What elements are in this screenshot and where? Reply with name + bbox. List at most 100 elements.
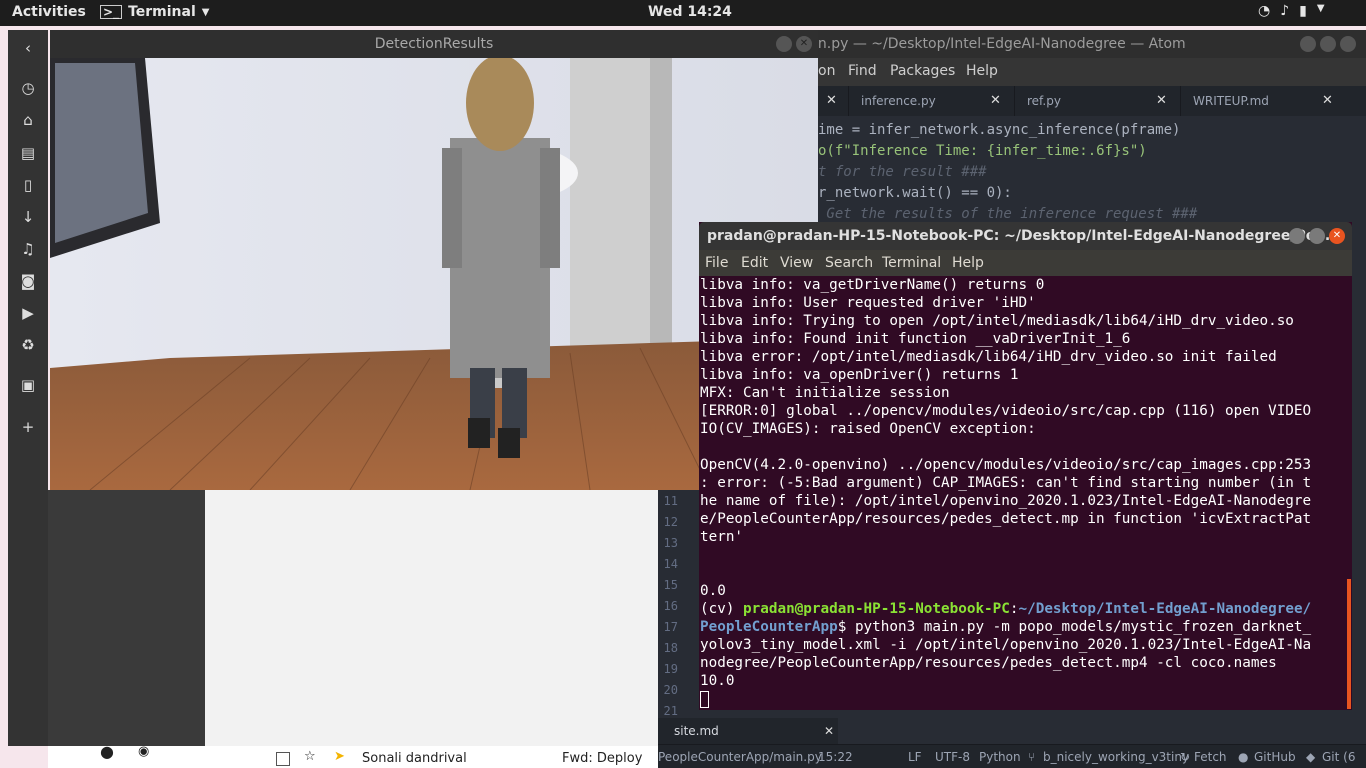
terminal-line: MFX: Can't initialize session bbox=[700, 385, 950, 401]
terminal-line: libva info: Trying to open /opt/intel/me… bbox=[700, 313, 1294, 329]
chat-icon: ◉ bbox=[138, 744, 150, 759]
checkbox[interactable] bbox=[276, 752, 290, 766]
window-title: pradan@pradan-HP-15-Notebook-PC: ~/Deskt… bbox=[707, 228, 1341, 244]
line-number: 11 bbox=[663, 494, 678, 508]
status-branch[interactable]: b_nicely_working_v3tiny bbox=[1043, 745, 1189, 768]
menu-item-edit[interactable]: Edit bbox=[741, 250, 768, 276]
terminal-line: 0.0 bbox=[700, 583, 726, 599]
status-git[interactable]: Git (6 bbox=[1322, 745, 1355, 768]
minimize-button[interactable] bbox=[1289, 228, 1305, 244]
app-menu[interactable]: >_ Terminal ▼ bbox=[100, 4, 209, 20]
close-button[interactable]: ✕ bbox=[1329, 228, 1345, 244]
system-tray[interactable]: ◔ ♪ ▮ ▼ bbox=[1258, 3, 1325, 19]
code-line: Get the results of the inference request… bbox=[818, 206, 1198, 222]
clock[interactable]: Wed 14:24 bbox=[648, 4, 732, 20]
video-icon[interactable]: ▶ bbox=[16, 301, 40, 325]
menu-item-terminal[interactable]: Terminal bbox=[882, 250, 941, 276]
top-bar: Activities >_ Terminal ▼ Wed 14:24 ◔ ♪ ▮… bbox=[0, 0, 1366, 26]
mail-row[interactable]: ● ◉ ☆ ➤ Sonali dandrival Fwd: Deploy bbox=[48, 742, 658, 768]
download-icon[interactable]: ↓ bbox=[16, 205, 40, 229]
line-number: 20 bbox=[663, 683, 678, 697]
terminal-line: libva info: Found init function __vaDriv… bbox=[700, 331, 1131, 347]
star-icon[interactable]: ☆ bbox=[304, 749, 316, 764]
terminal-scrollbar[interactable] bbox=[1347, 579, 1351, 709]
close-icon[interactable]: ✕ bbox=[826, 86, 837, 116]
status-fetch[interactable]: Fetch bbox=[1194, 745, 1227, 768]
status-cursor-position[interactable]: 15:22 bbox=[818, 745, 853, 768]
maximize-button[interactable] bbox=[1320, 36, 1336, 52]
menu-item-help[interactable]: Help bbox=[952, 250, 984, 276]
github-icon: ● bbox=[1238, 750, 1249, 764]
chevron-down-icon: ▼ bbox=[201, 6, 210, 18]
status-grammar[interactable]: Python bbox=[979, 745, 1021, 768]
prompt-path-cont: PeopleCounterApp bbox=[700, 619, 838, 635]
terminal-command-line: PeopleCounterApp$ python3 main.py -m pop… bbox=[700, 618, 1352, 636]
minimize-button[interactable] bbox=[776, 36, 792, 52]
window-title: DetectionResults bbox=[374, 36, 494, 52]
terminal-menubar: File Edit View Search Terminal Help bbox=[699, 250, 1352, 276]
line-number: 17 bbox=[663, 620, 678, 634]
chevron-down-icon: ▼ bbox=[1316, 3, 1325, 14]
terminal-line: yolov3_tiny_model.xml -i /opt/intel/open… bbox=[700, 637, 1312, 653]
home-icon[interactable]: ⌂ bbox=[16, 108, 40, 132]
app-menu-label: Terminal bbox=[128, 4, 196, 20]
tab-label: site.md bbox=[674, 724, 719, 738]
device-icon[interactable]: ▣ bbox=[16, 373, 40, 397]
menu-item-search[interactable]: Search bbox=[825, 250, 873, 276]
terminal-line: OpenCV(4.2.0-openvino) ../opencv/modules… bbox=[700, 457, 1312, 473]
important-icon[interactable]: ➤ bbox=[334, 749, 345, 764]
add-icon[interactable]: + bbox=[16, 415, 40, 439]
tab-label: inference.py bbox=[861, 94, 936, 108]
menu-item-selection[interactable]: on bbox=[818, 58, 835, 84]
status-encoding[interactable]: UTF-8 bbox=[935, 745, 970, 768]
close-button[interactable]: ✕ bbox=[796, 36, 812, 52]
menu-item-view[interactable]: View bbox=[780, 250, 813, 276]
terminal-output[interactable]: libva info: va_getDriverName() returns 0… bbox=[699, 276, 1352, 710]
fetch-icon: ↻ bbox=[1180, 750, 1191, 764]
terminal-line: he name of file): /opt/intel/openvino_20… bbox=[700, 493, 1312, 509]
close-button[interactable] bbox=[1340, 36, 1356, 52]
branch-icon: ⑂ bbox=[1028, 750, 1036, 764]
terminal-line: 10.0 bbox=[700, 673, 735, 689]
folder-icon[interactable]: ▤ bbox=[16, 141, 40, 165]
back-icon[interactable]: ‹ bbox=[16, 36, 40, 60]
close-icon[interactable]: ✕ bbox=[824, 718, 834, 744]
code-line: r_network.wait() == 0): bbox=[818, 185, 1012, 201]
tab-writeup-md[interactable]: WRITEUP.md bbox=[1180, 86, 1366, 116]
battery-icon: ▮ bbox=[1299, 3, 1307, 19]
music-icon[interactable]: ♫ bbox=[16, 237, 40, 261]
code-line: o(f"Inference Time: {infer_time:.6f}s") bbox=[818, 143, 1147, 159]
atom-title: in.py — ~/Desktop/Intel-EdgeAI-Nanodegre… bbox=[814, 36, 1186, 52]
mail-sender: Sonali dandrival bbox=[362, 751, 467, 766]
text-cursor bbox=[700, 690, 709, 708]
terminal-line: [ERROR:0] global ../opencv/modules/video… bbox=[700, 403, 1312, 419]
activities-button[interactable]: Activities bbox=[12, 4, 86, 20]
menu-item-file[interactable]: File bbox=[705, 250, 728, 276]
close-icon[interactable]: ✕ bbox=[1156, 86, 1167, 116]
status-github[interactable]: GitHub bbox=[1254, 745, 1296, 768]
mail-subject: Fwd: Deploy bbox=[562, 751, 643, 766]
menu-item-help[interactable]: Help bbox=[966, 58, 998, 84]
terminal-line: libva error: /opt/intel/mediasdk/lib64/i… bbox=[700, 349, 1277, 365]
prompt-colon: : bbox=[1009, 601, 1019, 617]
maximize-button[interactable] bbox=[1309, 228, 1325, 244]
menu-item-find[interactable]: Find bbox=[848, 58, 877, 84]
menu-item-packages[interactable]: Packages bbox=[890, 58, 955, 84]
document-icon[interactable]: ▯ bbox=[16, 173, 40, 197]
status-line-ending[interactable]: LF bbox=[908, 745, 922, 768]
volume-icon: ♪ bbox=[1280, 3, 1290, 19]
terminal-line: : error: (-5:Bad argument) CAP_IMAGES: c… bbox=[700, 475, 1312, 491]
trash-icon[interactable]: ♻ bbox=[16, 333, 40, 357]
status-file-path[interactable]: PeopleCounterApp/main.py bbox=[658, 745, 822, 768]
tab-site-md[interactable]: site.md ✕ bbox=[658, 718, 838, 744]
camera-icon[interactable]: ◙ bbox=[16, 269, 40, 293]
recent-icon[interactable]: ◷ bbox=[16, 76, 40, 100]
code-line: ime = infer_network.async_inference(pfra… bbox=[818, 122, 1181, 138]
close-icon[interactable]: ✕ bbox=[990, 86, 1001, 116]
minimize-button[interactable] bbox=[1300, 36, 1316, 52]
close-icon[interactable]: ✕ bbox=[1322, 86, 1333, 116]
line-number: 19 bbox=[663, 662, 678, 676]
person-icon: ● bbox=[100, 742, 114, 761]
terminal-line: IO(CV_IMAGES): raised OpenCV exception: bbox=[700, 421, 1036, 437]
